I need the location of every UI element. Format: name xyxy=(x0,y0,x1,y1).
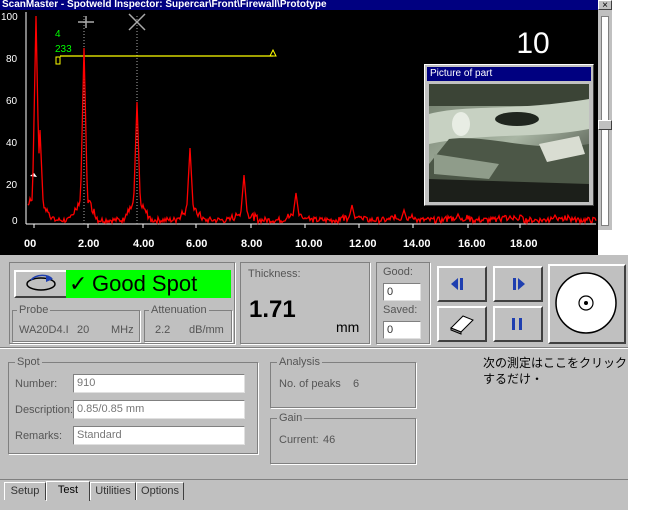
number-label: Number: xyxy=(15,378,58,390)
attenuation-unit: dB/mm xyxy=(189,324,224,336)
disc-icon xyxy=(555,272,617,334)
saved-count-field[interactable]: 0 xyxy=(383,321,421,339)
gain-legend: Gain xyxy=(277,412,305,424)
step-forward-icon xyxy=(513,278,525,290)
analysis-group: Analysis No. of peaks 6 xyxy=(270,356,416,408)
a-scan-plot[interactable]: 100 80 60 40 20 0 4 233 00 2.00 4.00 6.00 8.… xyxy=(0,10,598,255)
pause-button[interactable] xyxy=(493,306,543,342)
probe-group: Probe WA20D4.I 20 MHz xyxy=(12,304,140,342)
scrollbar-thumb[interactable] xyxy=(598,120,612,130)
x-tick-label: 8.00 xyxy=(241,238,262,250)
part-photo xyxy=(429,84,589,202)
description-label: Description: xyxy=(15,404,74,416)
x-tick-label: 6.00 xyxy=(186,238,207,250)
spot-number-field[interactable]: 910 xyxy=(73,374,245,393)
review-button[interactable] xyxy=(14,270,68,298)
tab-test[interactable]: Test xyxy=(46,481,90,501)
x-tick-label: 12.00 xyxy=(349,238,377,250)
next-button[interactable] xyxy=(493,266,543,302)
close-button[interactable]: × xyxy=(598,0,612,11)
spot-legend: Spot xyxy=(15,356,42,368)
y-tick-40: 40 xyxy=(6,138,18,149)
vertical-scrollbar[interactable] xyxy=(598,10,612,230)
good-label: Good: xyxy=(383,266,413,278)
x-tick-label: 18.00 xyxy=(510,238,538,250)
y-tick-80: 80 xyxy=(6,54,18,65)
pause-icon xyxy=(512,318,522,330)
spot-remarks-field[interactable]: Standard xyxy=(73,426,245,445)
click-hint-note: 次の測定はここをクリック するだけ・ xyxy=(483,355,658,387)
thickness-unit: mm xyxy=(336,319,360,335)
x-tick-label: 00 xyxy=(24,238,36,250)
gate-label-count: 4 xyxy=(55,29,61,40)
picture-window-title: Picture of part xyxy=(427,67,591,81)
saved-label: Saved: xyxy=(383,304,418,316)
spot-description-field[interactable]: 0.85/0.85 mm xyxy=(73,400,245,419)
x-tick-label: 2.00 xyxy=(78,238,99,250)
spot-group: Spot Number: 910 Description: 0.85/0.85 … xyxy=(8,356,258,454)
x-tick-label: 10.00 xyxy=(295,238,323,250)
measurement-counter: 10 xyxy=(516,27,550,60)
x-tick-label: 16.00 xyxy=(458,238,486,250)
gain-group: Gain Current: 46 xyxy=(270,412,416,464)
analysis-legend: Analysis xyxy=(277,356,322,368)
y-tick-100: 100 xyxy=(1,12,18,23)
y-tick-60: 60 xyxy=(6,96,18,107)
peaks-value: 6 xyxy=(353,378,360,390)
x-tick-label: 4.00 xyxy=(133,238,154,250)
measure-button[interactable] xyxy=(548,264,626,344)
probe-legend: Probe xyxy=(17,304,51,316)
erase-button[interactable] xyxy=(437,306,487,342)
attenuation-value: 2.2 xyxy=(155,324,171,336)
tab-setup[interactable]: Setup xyxy=(4,482,46,500)
result-group: ✓ Good Spot Probe WA20D4.I 20 MHz Attenu… xyxy=(9,262,235,344)
good-count-field[interactable]: 0 xyxy=(383,283,421,301)
step-back-icon xyxy=(451,278,463,290)
check-icon: ✓ xyxy=(69,271,88,296)
gate-label-position: 233 xyxy=(55,44,72,55)
status-indicator: ✓ Good Spot xyxy=(66,270,231,298)
y-tick-0: 0 xyxy=(12,216,18,227)
remarks-label: Remarks: xyxy=(15,430,63,442)
window-title: ScanMaster - Spotweld Inspector: Superca… xyxy=(0,0,612,10)
attenuation-legend: Attenuation xyxy=(149,304,209,316)
counts-group: Good: 0 Saved: 0 xyxy=(376,262,430,344)
tab-options[interactable]: Options xyxy=(136,482,184,500)
x-tick-label: 14.00 xyxy=(403,238,431,250)
status-text: Good Spot xyxy=(92,271,198,296)
current-gain-label: Current: xyxy=(279,434,319,446)
probe-frequency: 20 xyxy=(77,324,90,336)
peaks-label: No. of peaks xyxy=(279,378,341,390)
y-tick-20: 20 xyxy=(6,180,18,191)
attenuation-group: Attenuation 2.2 dB/mm xyxy=(144,304,232,342)
previous-button[interactable] xyxy=(437,266,487,302)
current-gain-value: 46 xyxy=(323,434,336,446)
x-axis-ticks: 00 2.00 4.00 6.00 8.00 10.00 12.00 14.00 16.00 18… xyxy=(24,224,538,250)
click-hint-line-2: するだけ・ xyxy=(483,372,544,386)
loop-arrow-icon xyxy=(26,274,56,291)
tab-utilities[interactable]: Utilities xyxy=(90,482,136,500)
probe-model: WA20D4.I xyxy=(19,324,69,336)
picture-of-part-window[interactable]: Picture of part xyxy=(424,64,594,206)
thickness-group: Thickness: 1.71 mm xyxy=(240,262,370,344)
thickness-label: Thickness: xyxy=(248,268,301,280)
probe-unit: MHz xyxy=(111,324,134,336)
eraser-icon xyxy=(450,315,474,335)
click-hint-line-1: 次の測定はここをクリック xyxy=(483,356,628,370)
thickness-value: 1.71 xyxy=(249,296,296,323)
